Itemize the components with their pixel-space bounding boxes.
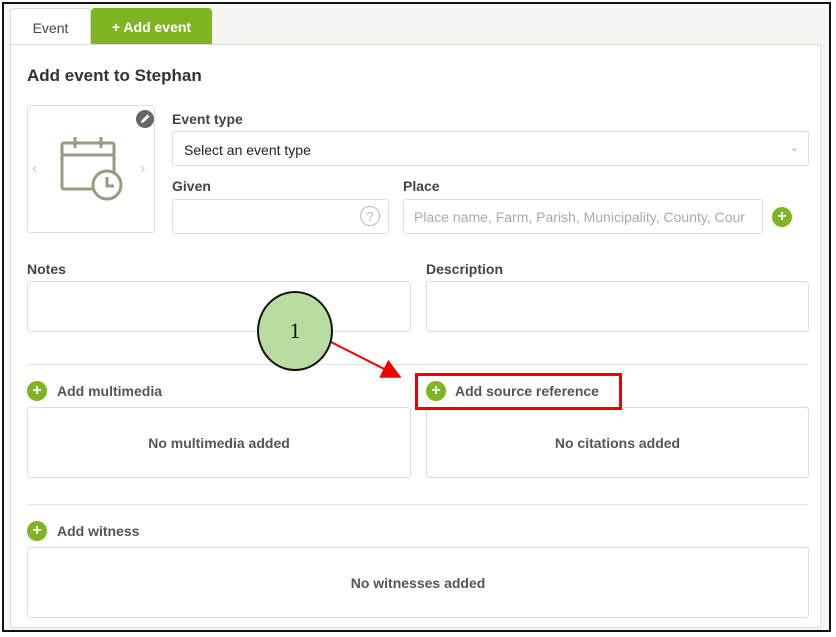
annotation-arrow: [328, 340, 402, 378]
step-callout: 1: [257, 291, 333, 371]
